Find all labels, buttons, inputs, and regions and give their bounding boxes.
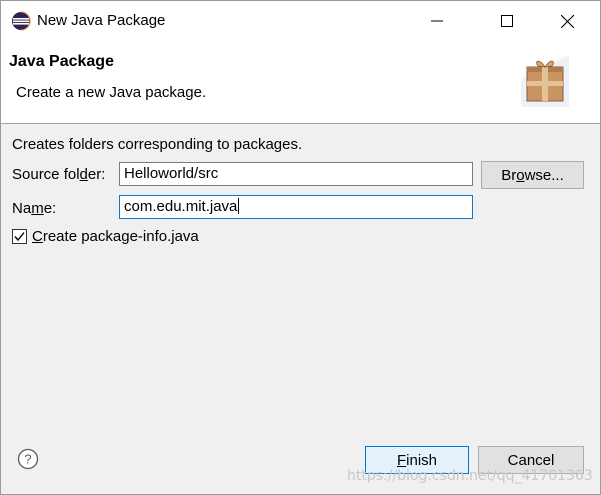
create-package-info-option[interactable]: Create package-info.java (12, 228, 199, 245)
browse-button[interactable]: Br o wse... (481, 161, 584, 189)
create-package-info-label: Create package-info.java (32, 228, 199, 245)
source-folder-label-pre: Source fol (12, 166, 80, 183)
source-folder-label-post: er: (87, 166, 106, 183)
checkbox-label-rest: reate package-info.java (42, 228, 199, 245)
source-folder-input[interactable]: Helloworld/src (119, 162, 473, 186)
name-label-mnemonic: m (31, 200, 44, 217)
checkbox-label-mnemonic: C (32, 228, 43, 245)
wizard-banner: Java Package Create a new Java package. (1, 41, 600, 124)
finish-label-rest: inish (406, 451, 438, 469)
browse-label-post: wse... (524, 166, 564, 184)
window-title: New Java Package (37, 12, 166, 29)
finish-label-mnemonic: F (396, 451, 407, 469)
source-folder-label: Source folder: (12, 166, 105, 183)
name-label-pre: Na (12, 200, 32, 217)
package-name-input[interactable]: com.edu.mit.java (119, 195, 473, 219)
eclipse-icon (12, 11, 31, 31)
instruction-text: Creates folders corresponding to package… (12, 136, 303, 153)
banner-title: Java Package (9, 53, 114, 70)
create-package-info-checkbox[interactable] (12, 229, 27, 244)
maximize-icon (501, 15, 513, 27)
browse-label-mnemonic: o (516, 166, 525, 184)
minimize-icon (431, 20, 443, 22)
package-box-icon (521, 55, 569, 107)
minimize-button[interactable] (414, 1, 460, 41)
text-caret (238, 198, 240, 214)
maximize-button[interactable] (484, 1, 530, 41)
watermark: https://blog.csdn.net/qq_41701363 (347, 468, 593, 484)
name-label: Name: (12, 200, 56, 217)
browse-label-pre: Br (501, 166, 517, 184)
title-bar: New Java Package (1, 1, 600, 41)
new-java-package-dialog: New Java Package Java Package Create a n… (0, 0, 601, 495)
banner-description: Create a new Java package. (16, 84, 207, 101)
close-icon (560, 14, 574, 28)
close-button[interactable] (544, 1, 590, 41)
help-icon[interactable]: ? (17, 448, 39, 470)
checkmark-icon (14, 232, 25, 242)
svg-text:?: ? (24, 452, 31, 467)
package-name-value: com.edu.mit.java (124, 198, 238, 215)
name-label-post: e: (43, 200, 57, 217)
source-folder-label-mnemonic: d (79, 166, 88, 183)
